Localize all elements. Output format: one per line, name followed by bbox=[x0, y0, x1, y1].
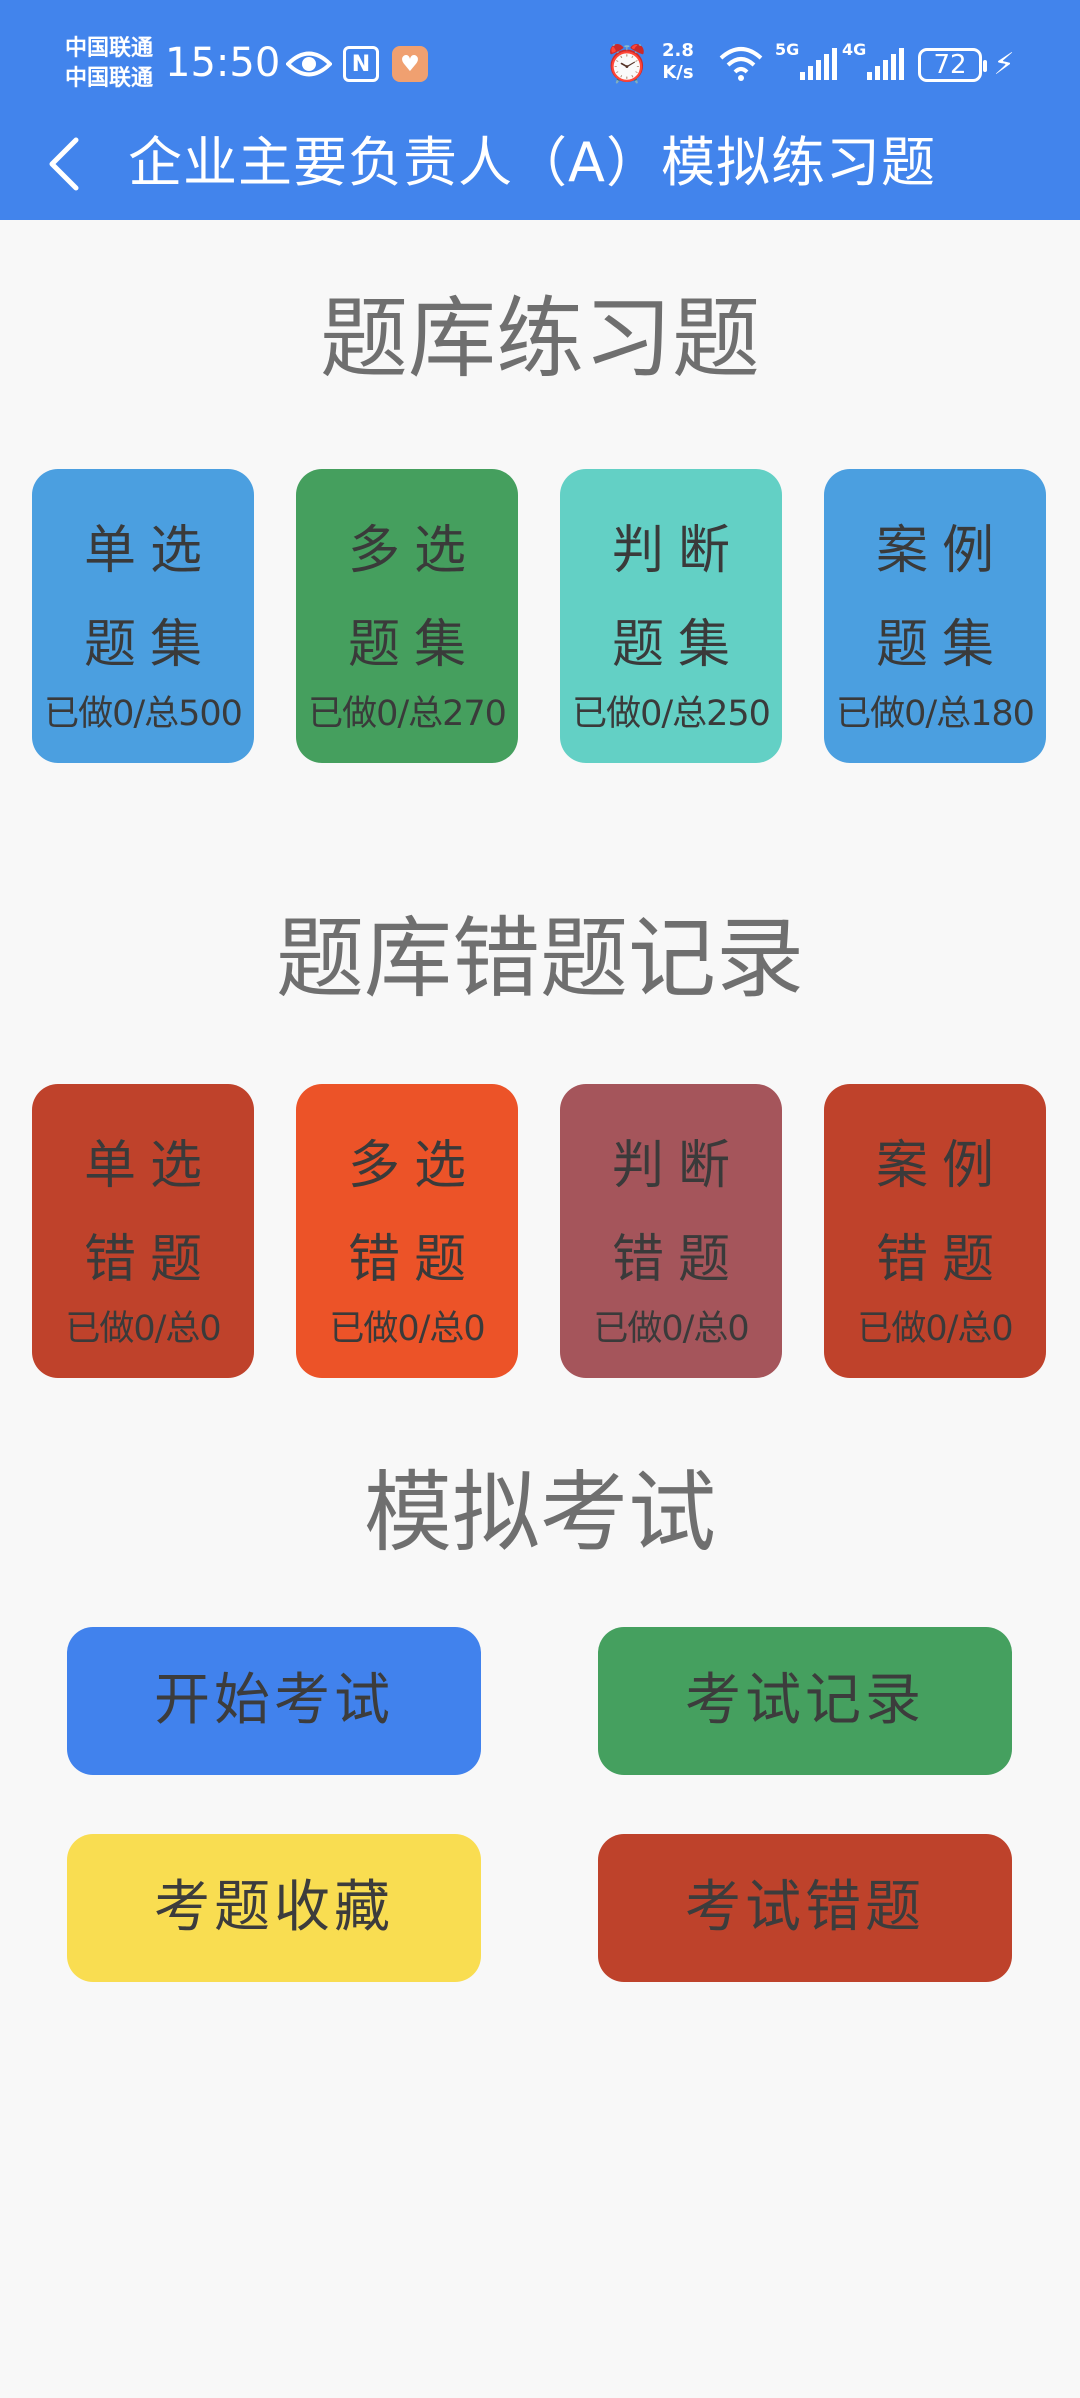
card-line1: 判断 bbox=[611, 521, 744, 581]
card-line1: 案例 bbox=[875, 1136, 1008, 1196]
card-line1: 单选 bbox=[83, 1136, 216, 1196]
card-single-choice-mistakes[interactable]: 单选 错题 已做0/总0 bbox=[32, 1084, 254, 1378]
card-line2: 错题 bbox=[83, 1230, 216, 1290]
card-count: 已做0/总250 bbox=[572, 694, 771, 734]
card-true-false-mistakes[interactable]: 判断 错题 已做0/总0 bbox=[560, 1084, 782, 1378]
battery-icon: 72 bbox=[918, 48, 987, 82]
card-true-false-set[interactable]: 判断 题集 已做0/总250 bbox=[560, 469, 782, 763]
net-speed-value: 2.8 bbox=[662, 40, 694, 61]
mistakes-section-title: 题库错题记录 bbox=[275, 907, 804, 1010]
nfc-icon: N bbox=[343, 46, 379, 82]
card-line1: 判断 bbox=[611, 1136, 744, 1196]
signal-2-label: 4G bbox=[842, 40, 867, 59]
card-count: 已做0/总0 bbox=[593, 1309, 749, 1349]
practice-section-title: 题库练习题 bbox=[319, 287, 760, 390]
start-exam-button[interactable]: 开始考试 bbox=[67, 1627, 481, 1775]
card-line2: 错题 bbox=[875, 1230, 1008, 1290]
card-line2: 错题 bbox=[611, 1230, 744, 1290]
card-line2: 错题 bbox=[347, 1230, 480, 1290]
wifi-icon bbox=[715, 44, 767, 84]
page-title: 企业主要负责人（A）模拟练习题 bbox=[128, 131, 936, 194]
net-speed-unit: K/s bbox=[662, 62, 694, 83]
charging-icon: ⚡ bbox=[993, 46, 1015, 82]
status-time: 15:50 bbox=[165, 40, 281, 86]
exam-section-title: 模拟考试 bbox=[363, 1461, 716, 1564]
card-line2: 题集 bbox=[875, 615, 1008, 675]
card-count: 已做0/总500 bbox=[44, 694, 243, 734]
chevron-left-icon bbox=[49, 137, 79, 191]
card-count: 已做0/总0 bbox=[857, 1309, 1013, 1349]
card-multi-choice-set[interactable]: 多选 题集 已做0/总270 bbox=[296, 469, 518, 763]
signal-5g-icon: 5G bbox=[775, 40, 837, 84]
card-count: 已做0/总0 bbox=[65, 1309, 221, 1349]
carrier-info: 中国联通 中国联通 bbox=[65, 34, 153, 94]
card-count: 已做0/总270 bbox=[308, 694, 507, 734]
card-count: 已做0/总180 bbox=[836, 694, 1035, 734]
card-line1: 案例 bbox=[875, 521, 1008, 581]
card-single-choice-set[interactable]: 单选 题集 已做0/总500 bbox=[32, 469, 254, 763]
carrier-1: 中国联通 bbox=[65, 36, 154, 61]
exam-records-button[interactable]: 考试记录 bbox=[598, 1627, 1012, 1775]
app-notification-icon: ♥ bbox=[392, 46, 428, 82]
net-speed: 2.8 K/s bbox=[662, 40, 694, 84]
card-line1: 单选 bbox=[83, 521, 216, 581]
eye-icon bbox=[285, 44, 333, 84]
favorite-questions-button[interactable]: 考题收藏 bbox=[67, 1834, 481, 1982]
card-line2: 题集 bbox=[83, 615, 216, 675]
card-case-mistakes[interactable]: 案例 错题 已做0/总0 bbox=[824, 1084, 1046, 1378]
alarm-icon: ⏰ bbox=[604, 44, 650, 85]
card-multi-choice-mistakes[interactable]: 多选 错题 已做0/总0 bbox=[296, 1084, 518, 1378]
signal-1-label: 5G bbox=[775, 40, 800, 59]
signal-4g-icon: 4G bbox=[842, 40, 904, 84]
card-line2: 题集 bbox=[347, 615, 480, 675]
card-line1: 多选 bbox=[347, 521, 480, 581]
card-case-set[interactable]: 案例 题集 已做0/总180 bbox=[824, 469, 1046, 763]
carrier-2: 中国联通 bbox=[65, 66, 154, 91]
status-bar: 中国联通 中国联通 15:50 N ♥ ⏰ 2.8 K/s 5G 4G 72 ⚡ bbox=[0, 0, 1080, 130]
card-line1: 多选 bbox=[347, 1136, 480, 1196]
card-line2: 题集 bbox=[611, 615, 744, 675]
app-header: 中国联通 中国联通 15:50 N ♥ ⏰ 2.8 K/s 5G 4G 72 ⚡… bbox=[0, 0, 1080, 220]
back-button[interactable] bbox=[40, 134, 88, 194]
card-count: 已做0/总0 bbox=[329, 1309, 485, 1349]
exam-mistakes-button[interactable]: 考试错题 bbox=[598, 1834, 1012, 1982]
